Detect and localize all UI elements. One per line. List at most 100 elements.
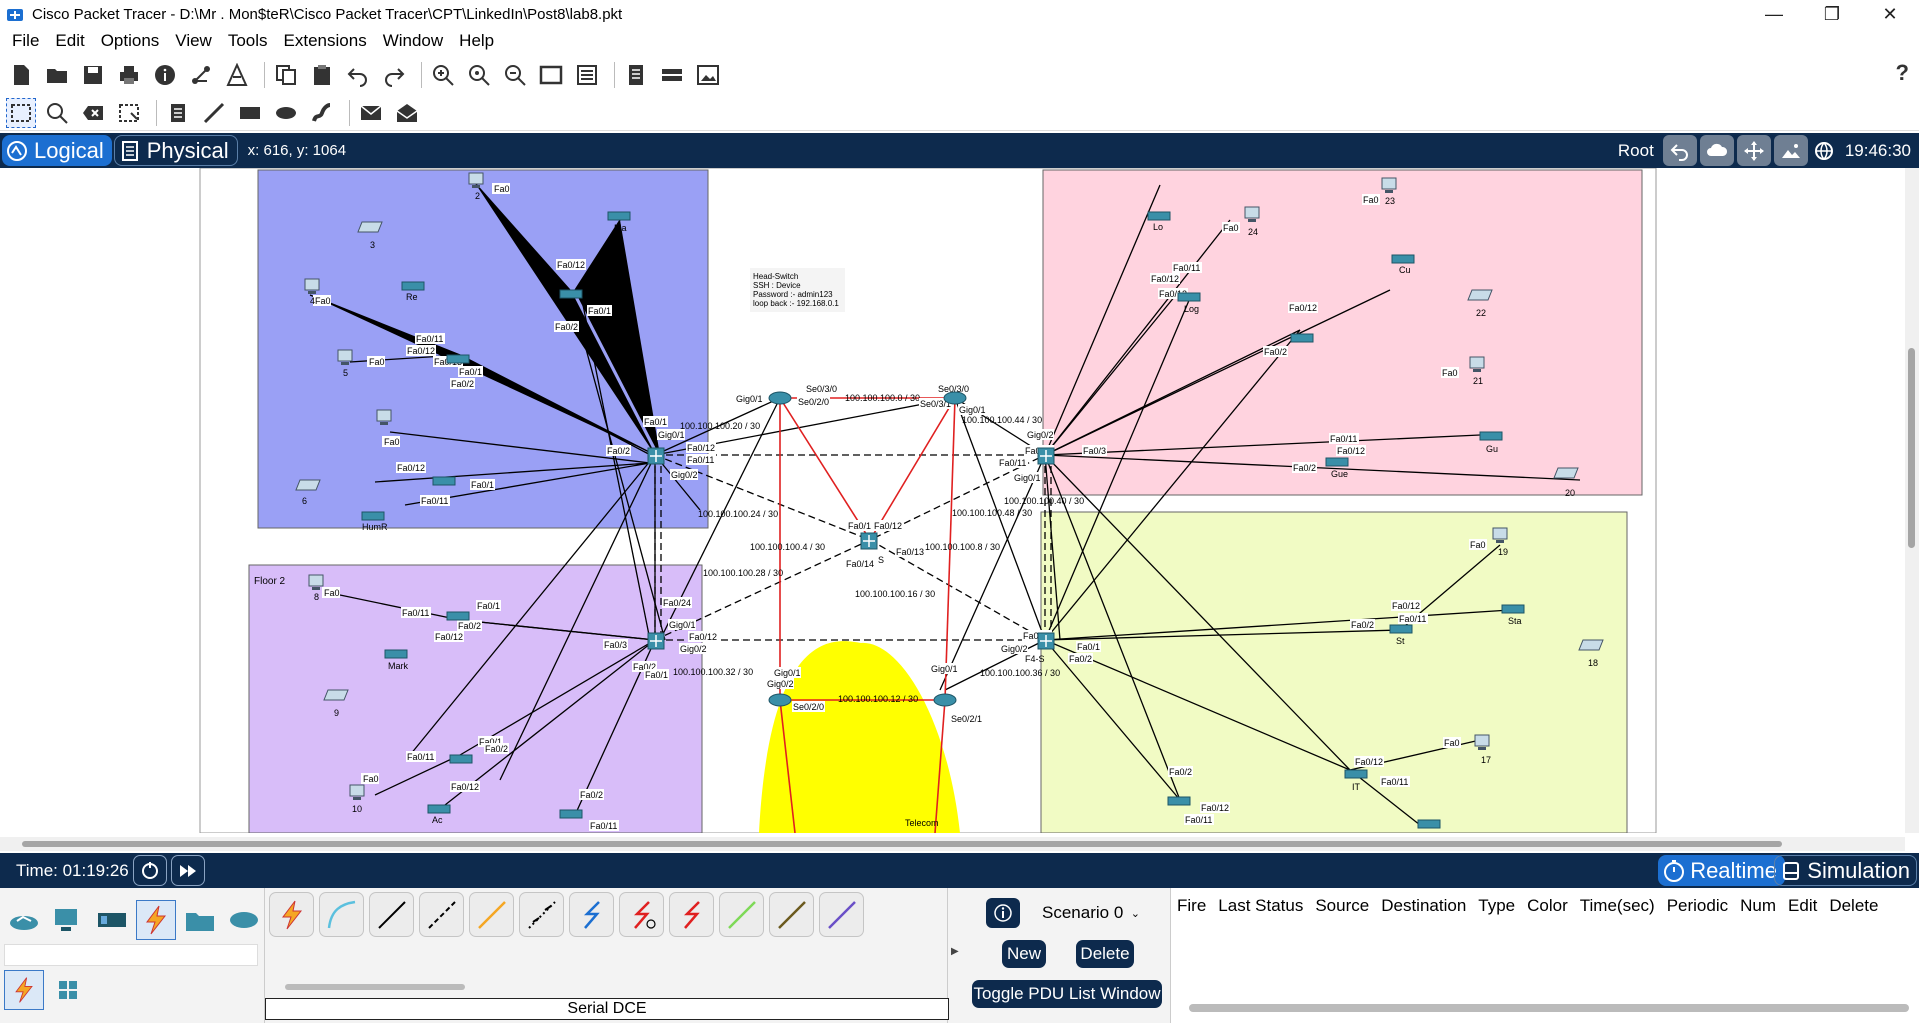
fast-forward-button[interactable] [170, 855, 205, 886]
connection-scrollbar[interactable] [285, 984, 465, 990]
laptop-6[interactable] [295, 479, 321, 491]
cluster-cloud-icon[interactable] [1699, 135, 1734, 166]
simulation-button[interactable]: Simulation [1774, 855, 1917, 886]
menu-window[interactable]: Window [375, 31, 451, 51]
back-arrow-icon[interactable] [1662, 135, 1697, 166]
menu-tools[interactable]: Tools [220, 31, 276, 51]
scenario-info-button[interactable] [986, 898, 1020, 928]
network-devices-icon[interactable] [4, 900, 44, 940]
freeform-icon[interactable] [307, 98, 337, 128]
delete-icon[interactable] [78, 98, 108, 128]
zoom-out-icon[interactable] [500, 60, 530, 90]
switch-sta[interactable] [1501, 604, 1525, 614]
draw-ellipse-icon[interactable] [271, 98, 301, 128]
place-note-icon[interactable] [163, 98, 193, 128]
move-object-icon[interactable] [1736, 135, 1771, 166]
laptop-3[interactable] [357, 221, 383, 233]
menu-view[interactable]: View [167, 31, 220, 51]
laptop-20[interactable] [1553, 467, 1579, 479]
laptop-18[interactable] [1578, 639, 1604, 651]
switch-floor2-a[interactable] [446, 611, 470, 621]
ml-switch-floor1[interactable] [647, 447, 665, 465]
switch-log[interactable] [1177, 292, 1201, 302]
switch-gu[interactable] [1479, 431, 1503, 441]
toggle-pdu-list-button[interactable]: Toggle PDU List Window [972, 980, 1162, 1008]
laptop-22[interactable] [1467, 289, 1493, 301]
octal-cable-icon[interactable] [719, 892, 764, 937]
save-icon[interactable] [78, 60, 108, 90]
components-icon[interactable] [92, 900, 132, 940]
select-tool-icon[interactable] [6, 97, 36, 128]
switch-floor2-c[interactable] [559, 809, 583, 819]
minimize-button[interactable]: — [1745, 0, 1803, 29]
serial-dce-icon[interactable] [619, 892, 664, 937]
iot-custom-cable-icon[interactable] [769, 892, 814, 937]
custom-devices-icon[interactable] [572, 60, 602, 90]
router-1[interactable] [768, 391, 792, 405]
switch-ac[interactable] [427, 804, 451, 814]
copper-crossover-icon[interactable] [419, 892, 464, 937]
serial-dte-icon[interactable] [669, 892, 714, 937]
switch-floor2-b[interactable] [449, 754, 473, 764]
maximize-button[interactable]: ❐ [1803, 0, 1861, 29]
switch-it[interactable] [1344, 769, 1368, 779]
menu-help[interactable]: Help [451, 31, 502, 51]
switch-lo[interactable] [1147, 211, 1171, 221]
viewport-globe-icon[interactable] [1811, 135, 1837, 166]
background-image-icon[interactable] [1773, 135, 1808, 166]
ml-switch-floor3[interactable] [1037, 447, 1055, 465]
new-file-icon[interactable] [6, 60, 36, 90]
inspect-icon[interactable] [42, 98, 72, 128]
menu-file[interactable]: File [4, 31, 47, 51]
horizontal-scroll-thumb[interactable] [22, 841, 1782, 847]
switch-humr[interactable] [361, 511, 385, 521]
grid-icon[interactable] [48, 970, 88, 1010]
auto-connection-icon[interactable] [269, 892, 314, 937]
switch-floor3-a[interactable] [1290, 333, 1314, 343]
logical-workspace[interactable]: Floor 2 Head-Switch SSH : Device Passwor… [0, 168, 1919, 833]
power-cycle-button[interactable] [132, 855, 167, 886]
phone-cable-icon[interactable] [519, 892, 564, 937]
activity-wizard-icon[interactable] [222, 60, 252, 90]
head-switch[interactable] [860, 532, 878, 550]
switch-re[interactable] [401, 281, 425, 291]
menu-extensions[interactable]: Extensions [276, 31, 375, 51]
redo-icon[interactable] [379, 60, 409, 90]
coaxial-icon[interactable] [569, 892, 614, 937]
close-button[interactable]: ✕ [1861, 0, 1919, 29]
router-2[interactable] [943, 391, 967, 405]
zoom-in-icon[interactable] [428, 60, 458, 90]
switch-st[interactable] [1389, 624, 1413, 634]
console-cable-icon[interactable] [319, 892, 364, 937]
switch-gue[interactable] [1325, 457, 1349, 467]
horizontal-scrollbar[interactable] [0, 837, 1905, 851]
screenshot-icon[interactable] [693, 60, 723, 90]
menu-options[interactable]: Options [93, 31, 168, 51]
switch-ma[interactable] [607, 211, 631, 221]
new-scenario-button[interactable]: New [1002, 940, 1046, 968]
copy-icon[interactable] [271, 60, 301, 90]
connections-subcategory-icon[interactable] [4, 970, 44, 1010]
connections-icon[interactable] [136, 900, 176, 940]
switch-floor4-b[interactable] [1417, 819, 1441, 829]
miscellaneous-icon[interactable] [180, 900, 220, 940]
switch-floor4-a[interactable] [1167, 796, 1191, 806]
add-simple-pdu-icon[interactable] [356, 98, 386, 128]
drawing-palette-icon[interactable] [536, 60, 566, 90]
add-complex-pdu-icon[interactable] [392, 98, 422, 128]
switch-floor1-b[interactable] [446, 354, 470, 364]
resize-shape-icon[interactable] [114, 98, 144, 128]
pdu-scrollbar[interactable] [1189, 1004, 1909, 1012]
panel-expand-arrow[interactable]: ▶ [951, 946, 959, 957]
switch-cu[interactable] [1391, 254, 1415, 264]
ml-switch-floor4[interactable] [1037, 632, 1055, 650]
scenario-select[interactable]: Scenario 0 ⌄ [1036, 900, 1146, 926]
info-icon[interactable] [150, 60, 180, 90]
delete-scenario-button[interactable]: Delete [1076, 940, 1134, 968]
ml-switch-floor2[interactable] [647, 632, 665, 650]
laptop-9[interactable] [323, 689, 349, 701]
print-icon[interactable] [114, 60, 144, 90]
router-3[interactable] [768, 693, 792, 707]
draw-rectangle-icon[interactable] [235, 98, 265, 128]
draw-line-icon[interactable] [199, 98, 229, 128]
